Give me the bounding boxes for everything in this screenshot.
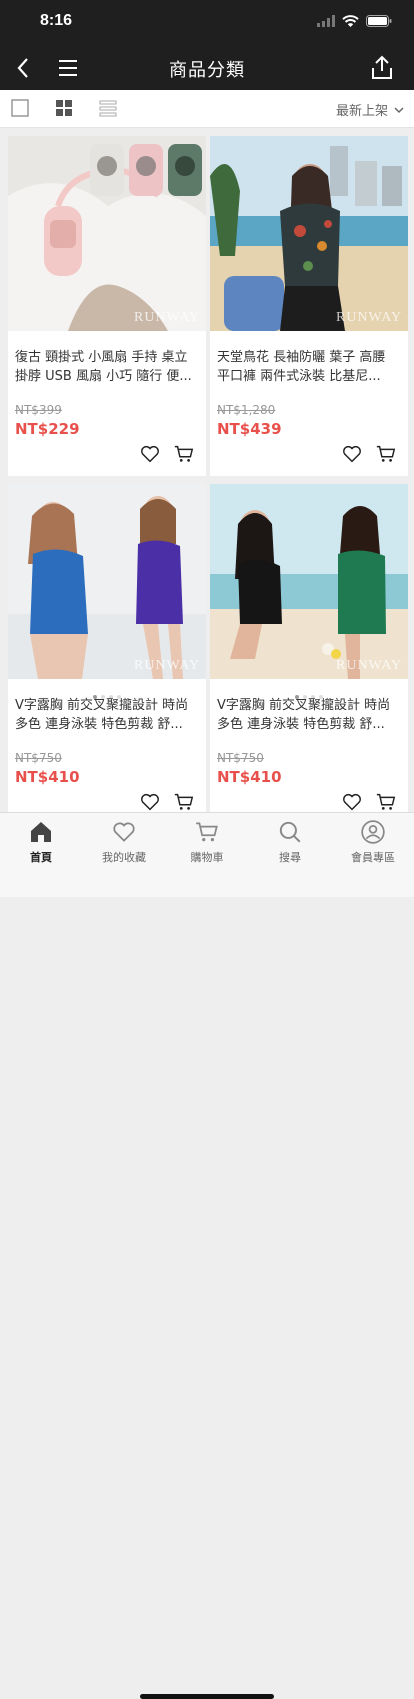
search-icon <box>279 821 301 843</box>
watermark: RUNWAY <box>336 658 402 673</box>
sort-label: 最新上架 <box>335 104 388 119</box>
tab-cart[interactable]: 購物車 <box>166 819 248 865</box>
status-icons <box>317 15 392 27</box>
product-card[interactable]: RUNWAY V字露胸 前交叉聚攏設計 時尚 多色 連身泳裝 特色剪裁 舒...… <box>210 484 408 812</box>
tab-favorites[interactable]: 我的收藏 <box>83 819 165 865</box>
product-name[interactable]: V字露胸 前交叉聚攏設計 時尚 多色 連身泳裝 特色剪裁 舒... <box>217 696 401 734</box>
product-image[interactable]: RUNWAY <box>210 136 408 331</box>
add-to-cart-button[interactable] <box>375 443 397 465</box>
product-card[interactable]: RUNWAY 復古 頸掛式 小風扇 手持 桌立 掛脖 USB 風扇 小巧 隨行 … <box>8 136 206 476</box>
add-to-cart-button[interactable] <box>375 791 397 812</box>
product-price: NT$229 <box>15 420 80 438</box>
user-icon <box>361 820 385 844</box>
product-card[interactable]: RUNWAY V字露胸 前交叉聚攏設計 時尚 多色 連身泳裝 特色剪裁 舒...… <box>8 484 206 812</box>
share-button[interactable] <box>368 54 396 82</box>
chevron-down-icon <box>394 106 404 113</box>
detail-list-view-button[interactable] <box>99 99 117 117</box>
grid-view-button[interactable] <box>55 99 73 117</box>
tab-member[interactable]: 會員專區 <box>332 819 414 865</box>
product-image[interactable]: RUNWAY <box>210 484 408 679</box>
sort-dropdown[interactable]: 最新上架 <box>336 100 404 119</box>
watermark: RUNWAY <box>134 310 200 325</box>
product-price: NT$410 <box>217 768 282 786</box>
tab-search[interactable]: 搜尋 <box>249 819 331 865</box>
product-card[interactable]: RUNWAY 天堂鳥花 長袖防曬 葉子 高腰 平口褲 兩件式泳裝 比基尼... … <box>210 136 408 476</box>
home-icon <box>31 822 51 842</box>
heart-icon <box>113 822 135 842</box>
tab-label: 購物車 <box>190 851 224 864</box>
status-time: 8:16 <box>40 12 73 29</box>
product-name[interactable]: V字露胸 前交叉聚攏設計 時尚 多色 連身泳裝 特色剪裁 舒... <box>15 696 199 734</box>
tab-label: 我的收藏 <box>102 851 146 864</box>
watermark: RUNWAY <box>134 658 200 673</box>
add-to-cart-button[interactable] <box>173 443 195 465</box>
cart-icon <box>174 793 194 810</box>
tab-label: 搜尋 <box>279 851 301 864</box>
product-price: NT$439 <box>217 420 282 438</box>
bottom-tab-bar: 首頁 我的收藏 購物車 搜尋 會員專區 <box>0 812 414 1699</box>
heart-icon <box>343 445 361 463</box>
product-price: NT$410 <box>15 768 80 786</box>
battery-icon <box>366 15 392 27</box>
cart-icon <box>174 445 194 462</box>
product-original-price: NT$399 <box>15 403 62 417</box>
cart-icon <box>376 793 396 810</box>
cart-icon <box>376 445 396 462</box>
nav-bar: 商品分類 <box>0 44 414 90</box>
add-to-cart-button[interactable] <box>173 791 195 812</box>
status-bar: 8:16 <box>0 0 414 44</box>
wifi-icon <box>342 15 359 27</box>
product-name[interactable]: 復古 頸掛式 小風扇 手持 桌立 掛脖 USB 風扇 小巧 隨行 便... <box>15 348 199 386</box>
product-image[interactable]: RUNWAY <box>8 484 206 679</box>
signal-icon <box>317 15 335 27</box>
tab-label: 會員專區 <box>351 851 395 864</box>
heart-icon <box>141 793 159 811</box>
watermark: RUNWAY <box>336 310 402 325</box>
list-icon <box>99 100 117 117</box>
product-original-price: NT$750 <box>15 751 62 765</box>
page-title: 商品分類 <box>169 60 245 81</box>
image-pager-dots <box>8 684 206 699</box>
heart-icon <box>141 445 159 463</box>
view-toolbar: 最新上架 <box>0 90 414 128</box>
share-icon <box>372 55 392 79</box>
heart-icon <box>343 793 361 811</box>
product-original-price: NT$750 <box>217 751 264 765</box>
favorite-button[interactable] <box>341 443 363 465</box>
product-image[interactable]: RUNWAY <box>8 136 206 331</box>
product-original-price: NT$1,280 <box>217 403 276 417</box>
product-name[interactable]: 天堂鳥花 長袖防曬 葉子 高腰 平口褲 兩件式泳裝 比基尼... <box>217 348 401 386</box>
grid-icon <box>56 100 72 116</box>
image-pager-dots <box>210 684 408 699</box>
tab-home[interactable]: 首頁 <box>0 819 82 865</box>
list-view-button[interactable] <box>11 99 29 117</box>
home-indicator <box>140 1694 274 1699</box>
product-grid: RUNWAY 復古 頸掛式 小風扇 手持 桌立 掛脖 USB 風扇 小巧 隨行 … <box>0 128 414 812</box>
favorite-button[interactable] <box>139 791 161 812</box>
favorite-button[interactable] <box>139 443 161 465</box>
tab-label: 首頁 <box>30 851 52 864</box>
square-icon <box>11 99 29 117</box>
cart-icon <box>196 822 218 842</box>
favorite-button[interactable] <box>341 791 363 812</box>
